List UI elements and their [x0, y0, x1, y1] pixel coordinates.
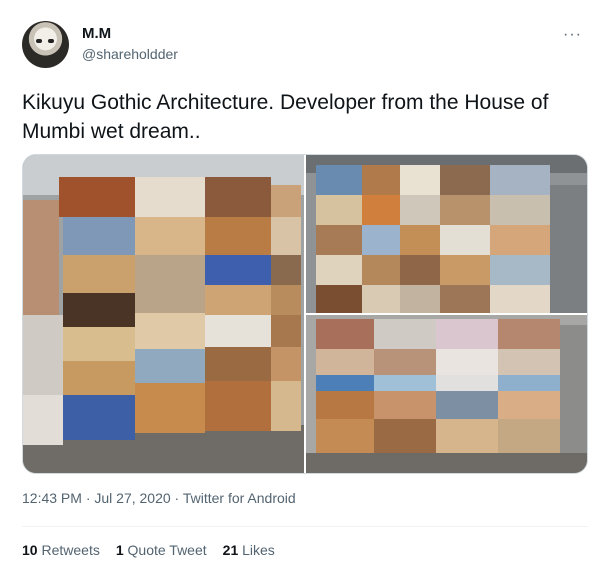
tweet-card: M.M @shareholdder ··· Kikuyu Gothic Arch…	[0, 0, 609, 581]
retweets-count: 10	[22, 542, 38, 558]
quotes-label: Quote Tweet	[127, 542, 207, 558]
tweet-photo-3[interactable]	[306, 315, 587, 473]
tweet-text: Kikuyu Gothic Architecture. Developer fr…	[22, 91, 549, 143]
tweet-photo-2[interactable]	[306, 155, 587, 313]
user-handle[interactable]: @shareholdder	[82, 46, 178, 62]
quotes-count: 1	[115, 542, 124, 558]
tweet-timestamp[interactable]: 12:43 PM · Jul 27, 2020 ·	[22, 490, 183, 506]
tweet-metadata: 12:43 PM · Jul 27, 2020 · Twitter for An…	[22, 490, 296, 506]
likes-stat[interactable]: 21 Likes	[223, 542, 275, 558]
tweet-media-grid	[22, 154, 588, 474]
retweets-stat[interactable]: 10 Retweets	[22, 542, 100, 558]
tweet-stats: 10 Retweets 1 Quote Tweet 21 Likes	[22, 542, 275, 558]
tweet-photo-1[interactable]	[23, 155, 304, 473]
retweets-label: Retweets	[41, 542, 100, 558]
divider	[22, 526, 588, 527]
likes-count: 21	[222, 542, 239, 558]
display-name[interactable]: M.M	[82, 25, 111, 42]
tweet-source-link[interactable]: Twitter for Android	[183, 490, 296, 506]
avatar[interactable]	[22, 21, 69, 68]
more-horizontal-icon[interactable]: ···	[563, 26, 582, 44]
quote-tweets-stat[interactable]: 1 Quote Tweet	[116, 542, 207, 558]
likes-label: Likes	[242, 542, 275, 558]
